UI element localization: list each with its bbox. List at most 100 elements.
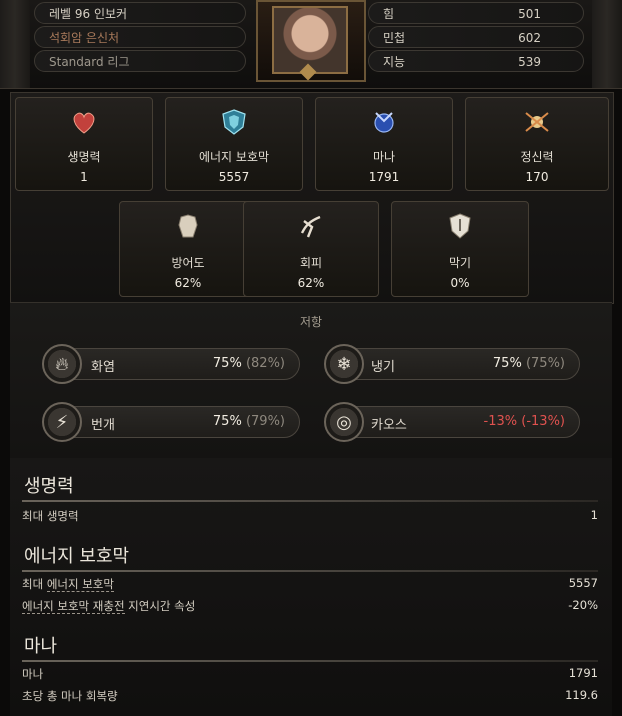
detail-value: 1791 bbox=[568, 666, 598, 680]
character-portrait[interactable] bbox=[256, 0, 366, 82]
detail-label: 에너지 보호막 재충전 지연시간 속성 bbox=[22, 598, 195, 614]
resistance-value: 75% (75%) bbox=[493, 356, 565, 371]
stat-label: 정신력 bbox=[520, 150, 554, 164]
detail-row[interactable]: 최대 에너지 보호막 5557 bbox=[22, 576, 598, 592]
stat-value: 1 bbox=[80, 170, 88, 184]
resistance-value: 75% (79%) bbox=[213, 414, 285, 429]
stat-mana[interactable]: 마나 1791 bbox=[315, 97, 453, 191]
character-header: 레벨 96 인보커 석회암 은신처 Standard 리그 힘 501 민첩 6… bbox=[0, 0, 622, 89]
stat-value: 62% bbox=[174, 276, 202, 290]
header-pillar-left bbox=[0, 0, 30, 88]
attribute-value: 501 bbox=[518, 7, 541, 21]
resistance-value: -13% (-13%) bbox=[484, 414, 565, 429]
attribute-value: 602 bbox=[518, 31, 541, 45]
detail-label-keyword[interactable]: 에너지 보호막 재충전 bbox=[22, 599, 125, 614]
resistance-value: 75% (82%) bbox=[213, 356, 285, 371]
detail-label: 최대 생명력 bbox=[22, 509, 79, 523]
ascendancy-row: 석회암 은신처 bbox=[34, 26, 246, 48]
detail-value: 5557 bbox=[568, 576, 598, 590]
detail-row[interactable]: 최대 생명력 1 bbox=[22, 508, 598, 524]
resistance-current: 75% bbox=[492, 356, 522, 371]
mana-icon bbox=[366, 104, 402, 140]
armour-icon bbox=[170, 208, 206, 244]
stat-value: 62% bbox=[297, 276, 325, 290]
detail-value: 1 bbox=[590, 508, 598, 522]
stat-value: 5557 bbox=[218, 170, 250, 184]
stat-label: 방어도 bbox=[171, 256, 205, 270]
section-title-life: 생명력 bbox=[24, 476, 74, 497]
stat-value: 170 bbox=[525, 170, 549, 184]
attribute-intelligence: 지능 539 bbox=[368, 50, 584, 72]
stat-label: 회피 bbox=[299, 256, 323, 270]
detail-row[interactable]: 초당 총 마나 회복량 119.6 bbox=[22, 688, 598, 704]
attribute-label: 지능 bbox=[383, 55, 406, 69]
energy-shield-icon bbox=[216, 104, 252, 140]
header-pillar-right bbox=[592, 0, 622, 88]
stat-spirit[interactable]: 정신력 170 bbox=[465, 97, 609, 191]
resistance-label: 화염 bbox=[91, 360, 115, 375]
resistance-max: (75%) bbox=[525, 356, 565, 371]
detail-label-prefix: 최대 bbox=[22, 577, 47, 591]
stat-details: 생명력 최대 생명력 1 에너지 보호막 최대 에너지 보호막 5557 에너지… bbox=[10, 458, 612, 716]
league-row: Standard 리그 bbox=[34, 50, 246, 72]
resistance-cold[interactable]: 냉기 75% (75%) bbox=[332, 348, 580, 380]
resistance-lightning[interactable]: 번개 75% (79%) bbox=[52, 406, 300, 438]
resistance-max: (79%) bbox=[245, 414, 285, 429]
detail-label: 최대 에너지 보호막 bbox=[22, 576, 114, 592]
detail-label-suffix: 지연시간 속성 bbox=[124, 599, 196, 613]
attribute-label: 힘 bbox=[383, 7, 395, 21]
detail-label-keyword[interactable]: 에너지 보호막 bbox=[46, 577, 114, 592]
stat-block[interactable]: 막기 0% bbox=[391, 201, 529, 297]
stat-label: 마나 bbox=[372, 150, 396, 164]
stat-evasion[interactable]: 회피 62% bbox=[243, 201, 379, 297]
section-divider bbox=[22, 570, 598, 572]
stat-label: 막기 bbox=[448, 256, 472, 270]
level-class-row: 레벨 96 인보커 bbox=[34, 2, 246, 24]
resistances-title: 저항 bbox=[299, 315, 323, 329]
stat-label: 생명력 bbox=[67, 150, 101, 164]
lightning-icon: ⚡︎ bbox=[42, 402, 82, 442]
level-class-text: 레벨 96 인보커 bbox=[49, 7, 128, 21]
stat-label: 에너지 보호막 bbox=[198, 150, 270, 164]
portrait-image bbox=[272, 6, 348, 74]
attribute-label: 민첩 bbox=[383, 31, 406, 45]
stat-armour[interactable]: 방어도 62% bbox=[119, 201, 257, 297]
stats-panel: 생명력 1 에너지 보호막 5557 마나 1791 정신력 170 방어도 6… bbox=[10, 92, 614, 304]
cold-icon: ❄ bbox=[324, 344, 364, 384]
spirit-icon bbox=[519, 104, 555, 140]
chaos-icon: ◎ bbox=[324, 402, 364, 442]
stat-value: 1791 bbox=[368, 170, 400, 184]
resistance-label: 번개 bbox=[91, 418, 115, 433]
detail-row[interactable]: 에너지 보호막 재충전 지연시간 속성 -20% bbox=[22, 598, 598, 614]
resistance-label: 냉기 bbox=[371, 360, 395, 375]
section-title-mana: 마나 bbox=[24, 636, 58, 657]
league-text: Standard 리그 bbox=[49, 55, 130, 69]
detail-value: 119.6 bbox=[565, 688, 598, 702]
attribute-strength: 힘 501 bbox=[368, 2, 584, 24]
resistances-section: 저항 화염 75% (82%) 🔥︎ 냉기 75% (75%) ❄ 번개 75%… bbox=[10, 302, 612, 459]
ascendancy-text: 석회암 은신처 bbox=[49, 31, 120, 45]
resistance-chaos[interactable]: 카오스 -13% (-13%) bbox=[332, 406, 580, 438]
detail-row[interactable]: 마나 1791 bbox=[22, 666, 598, 682]
detail-label: 마나 bbox=[22, 667, 44, 681]
resistance-current: 75% bbox=[212, 414, 242, 429]
stat-life[interactable]: 생명력 1 bbox=[15, 97, 153, 191]
detail-label: 초당 총 마나 회복량 bbox=[22, 689, 118, 703]
attribute-value: 539 bbox=[518, 55, 541, 69]
attribute-dexterity: 민첩 602 bbox=[368, 26, 584, 48]
section-title-energy-shield: 에너지 보호막 bbox=[24, 546, 130, 567]
evasion-icon bbox=[293, 208, 329, 244]
resistance-current: -13% bbox=[483, 414, 518, 429]
block-shield-icon bbox=[442, 208, 478, 244]
resistance-max: (-13%) bbox=[521, 414, 565, 429]
heart-icon bbox=[66, 104, 102, 140]
resistance-current: 75% bbox=[212, 356, 242, 371]
resistance-fire[interactable]: 화염 75% (82%) bbox=[52, 348, 300, 380]
detail-value: -20% bbox=[568, 598, 598, 612]
section-divider bbox=[22, 500, 598, 502]
resistance-label: 카오스 bbox=[371, 418, 407, 433]
stat-value: 0% bbox=[450, 276, 470, 290]
section-divider bbox=[22, 660, 598, 662]
resistance-max: (82%) bbox=[245, 356, 285, 371]
stat-energy-shield[interactable]: 에너지 보호막 5557 bbox=[165, 97, 303, 191]
